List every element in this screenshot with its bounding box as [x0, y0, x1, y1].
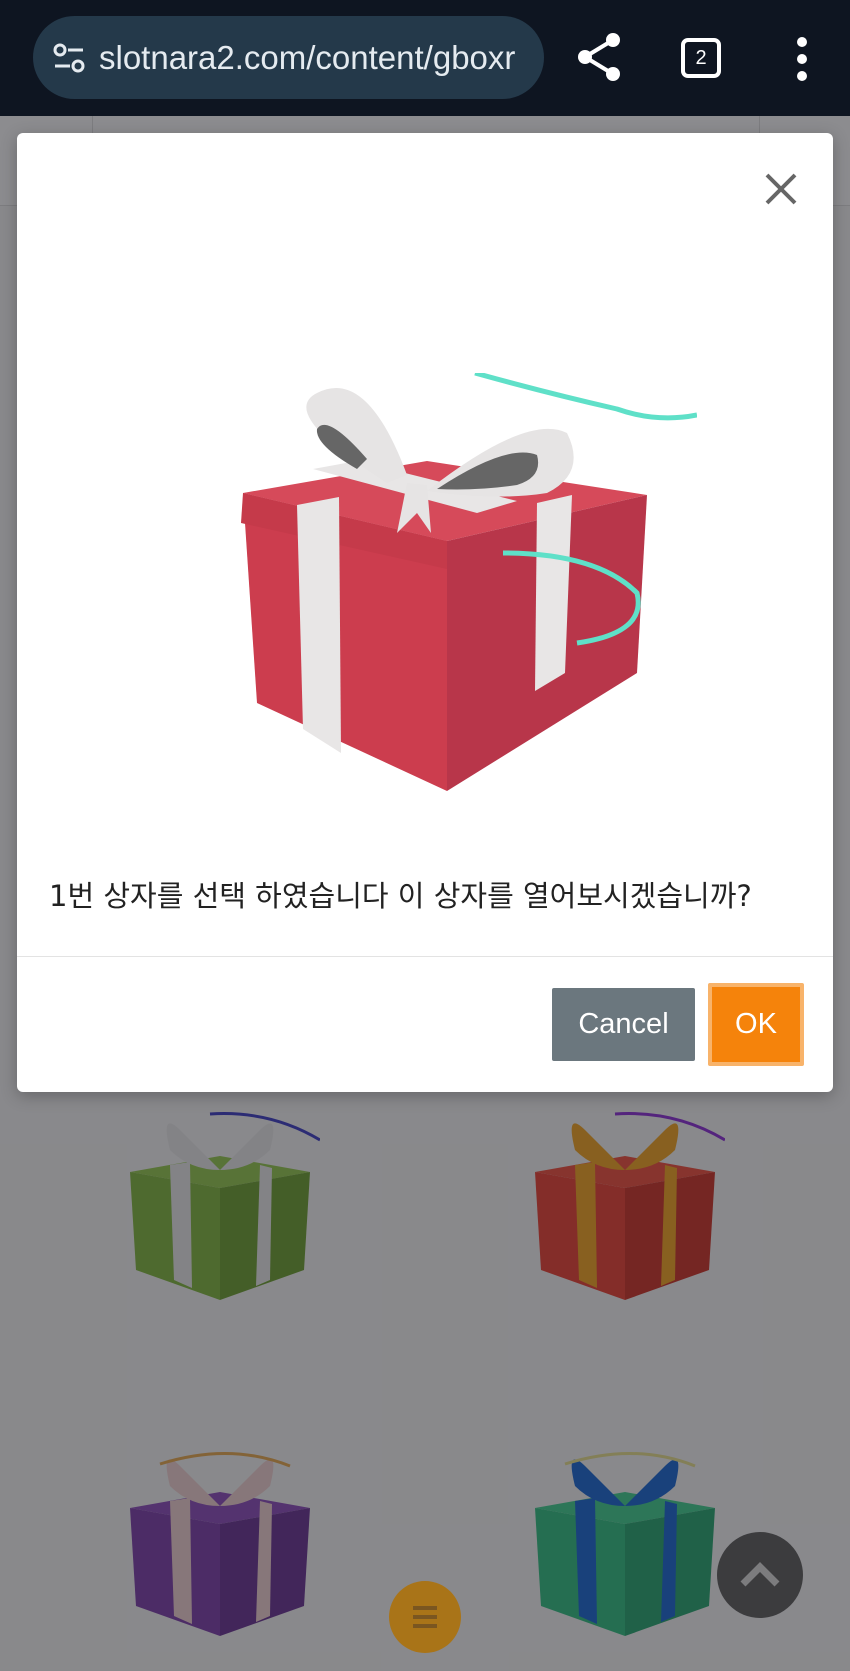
- menu-fab-button[interactable]: [389, 1581, 461, 1653]
- confirm-dialog: 1번 상자를 선택 하였습니다 이 상자를 열어보시겠습니까? Cancel O…: [17, 133, 833, 1092]
- tab-switcher-icon[interactable]: 2: [681, 38, 721, 78]
- scroll-top-button[interactable]: [717, 1532, 803, 1618]
- hamburger-icon: [413, 1606, 437, 1628]
- url-text[interactable]: slotnara2.com/content/gboxr: [99, 16, 529, 99]
- browser-toolbar: slotnara2.com/content/gboxr 2: [0, 0, 850, 116]
- ok-button[interactable]: OK: [708, 983, 804, 1066]
- share-icon[interactable]: [573, 30, 627, 84]
- dialog-divider: [17, 956, 833, 957]
- tune-icon[interactable]: [51, 40, 87, 76]
- dialog-message: 1번 상자를 선택 하였습니다 이 상자를 열어보시겠습니까?: [49, 879, 752, 913]
- address-bar[interactable]: slotnara2.com/content/gboxr: [33, 16, 544, 99]
- close-icon[interactable]: [759, 167, 803, 211]
- more-vert-icon[interactable]: [780, 34, 824, 84]
- gift-box-illustration: [241, 373, 697, 791]
- chevron-up-icon: [740, 1562, 780, 1587]
- cancel-button[interactable]: Cancel: [552, 988, 695, 1061]
